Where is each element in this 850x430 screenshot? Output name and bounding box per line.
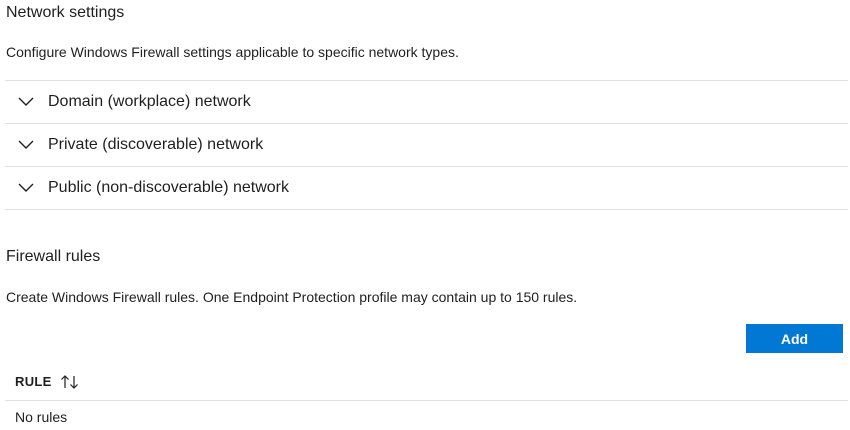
add-rule-button[interactable]: Add: [746, 324, 843, 353]
column-header-rule[interactable]: RULE: [15, 374, 80, 390]
chevron-down-icon: [18, 180, 34, 196]
chevron-down-icon: [18, 137, 34, 153]
accordion-item-private-network[interactable]: Private (discoverable) network: [5, 124, 848, 167]
accordion-item-public-network[interactable]: Public (non-discoverable) network: [5, 167, 848, 210]
firewall-rules-description: Create Windows Firewall rules. One Endpo…: [6, 289, 578, 305]
sort-icon: [60, 374, 80, 390]
network-settings-title: Network settings: [6, 4, 125, 21]
network-settings-accordion: Domain (workplace) network Private (disc…: [5, 80, 848, 210]
accordion-item-label: Private (discoverable) network: [48, 136, 264, 153]
accordion-item-label: Domain (workplace) network: [48, 93, 251, 110]
column-header-label: RULE: [15, 374, 52, 389]
network-settings-description: Configure Windows Firewall settings appl…: [6, 44, 459, 60]
firewall-rules-title: Firewall rules: [6, 248, 101, 265]
chevron-down-icon: [18, 94, 34, 110]
accordion-item-label: Public (non-discoverable) network: [48, 179, 289, 196]
accordion-item-domain-network[interactable]: Domain (workplace) network: [5, 81, 848, 124]
rules-empty-message: No rules: [15, 409, 68, 425]
rules-table-header: RULE: [5, 363, 848, 401]
